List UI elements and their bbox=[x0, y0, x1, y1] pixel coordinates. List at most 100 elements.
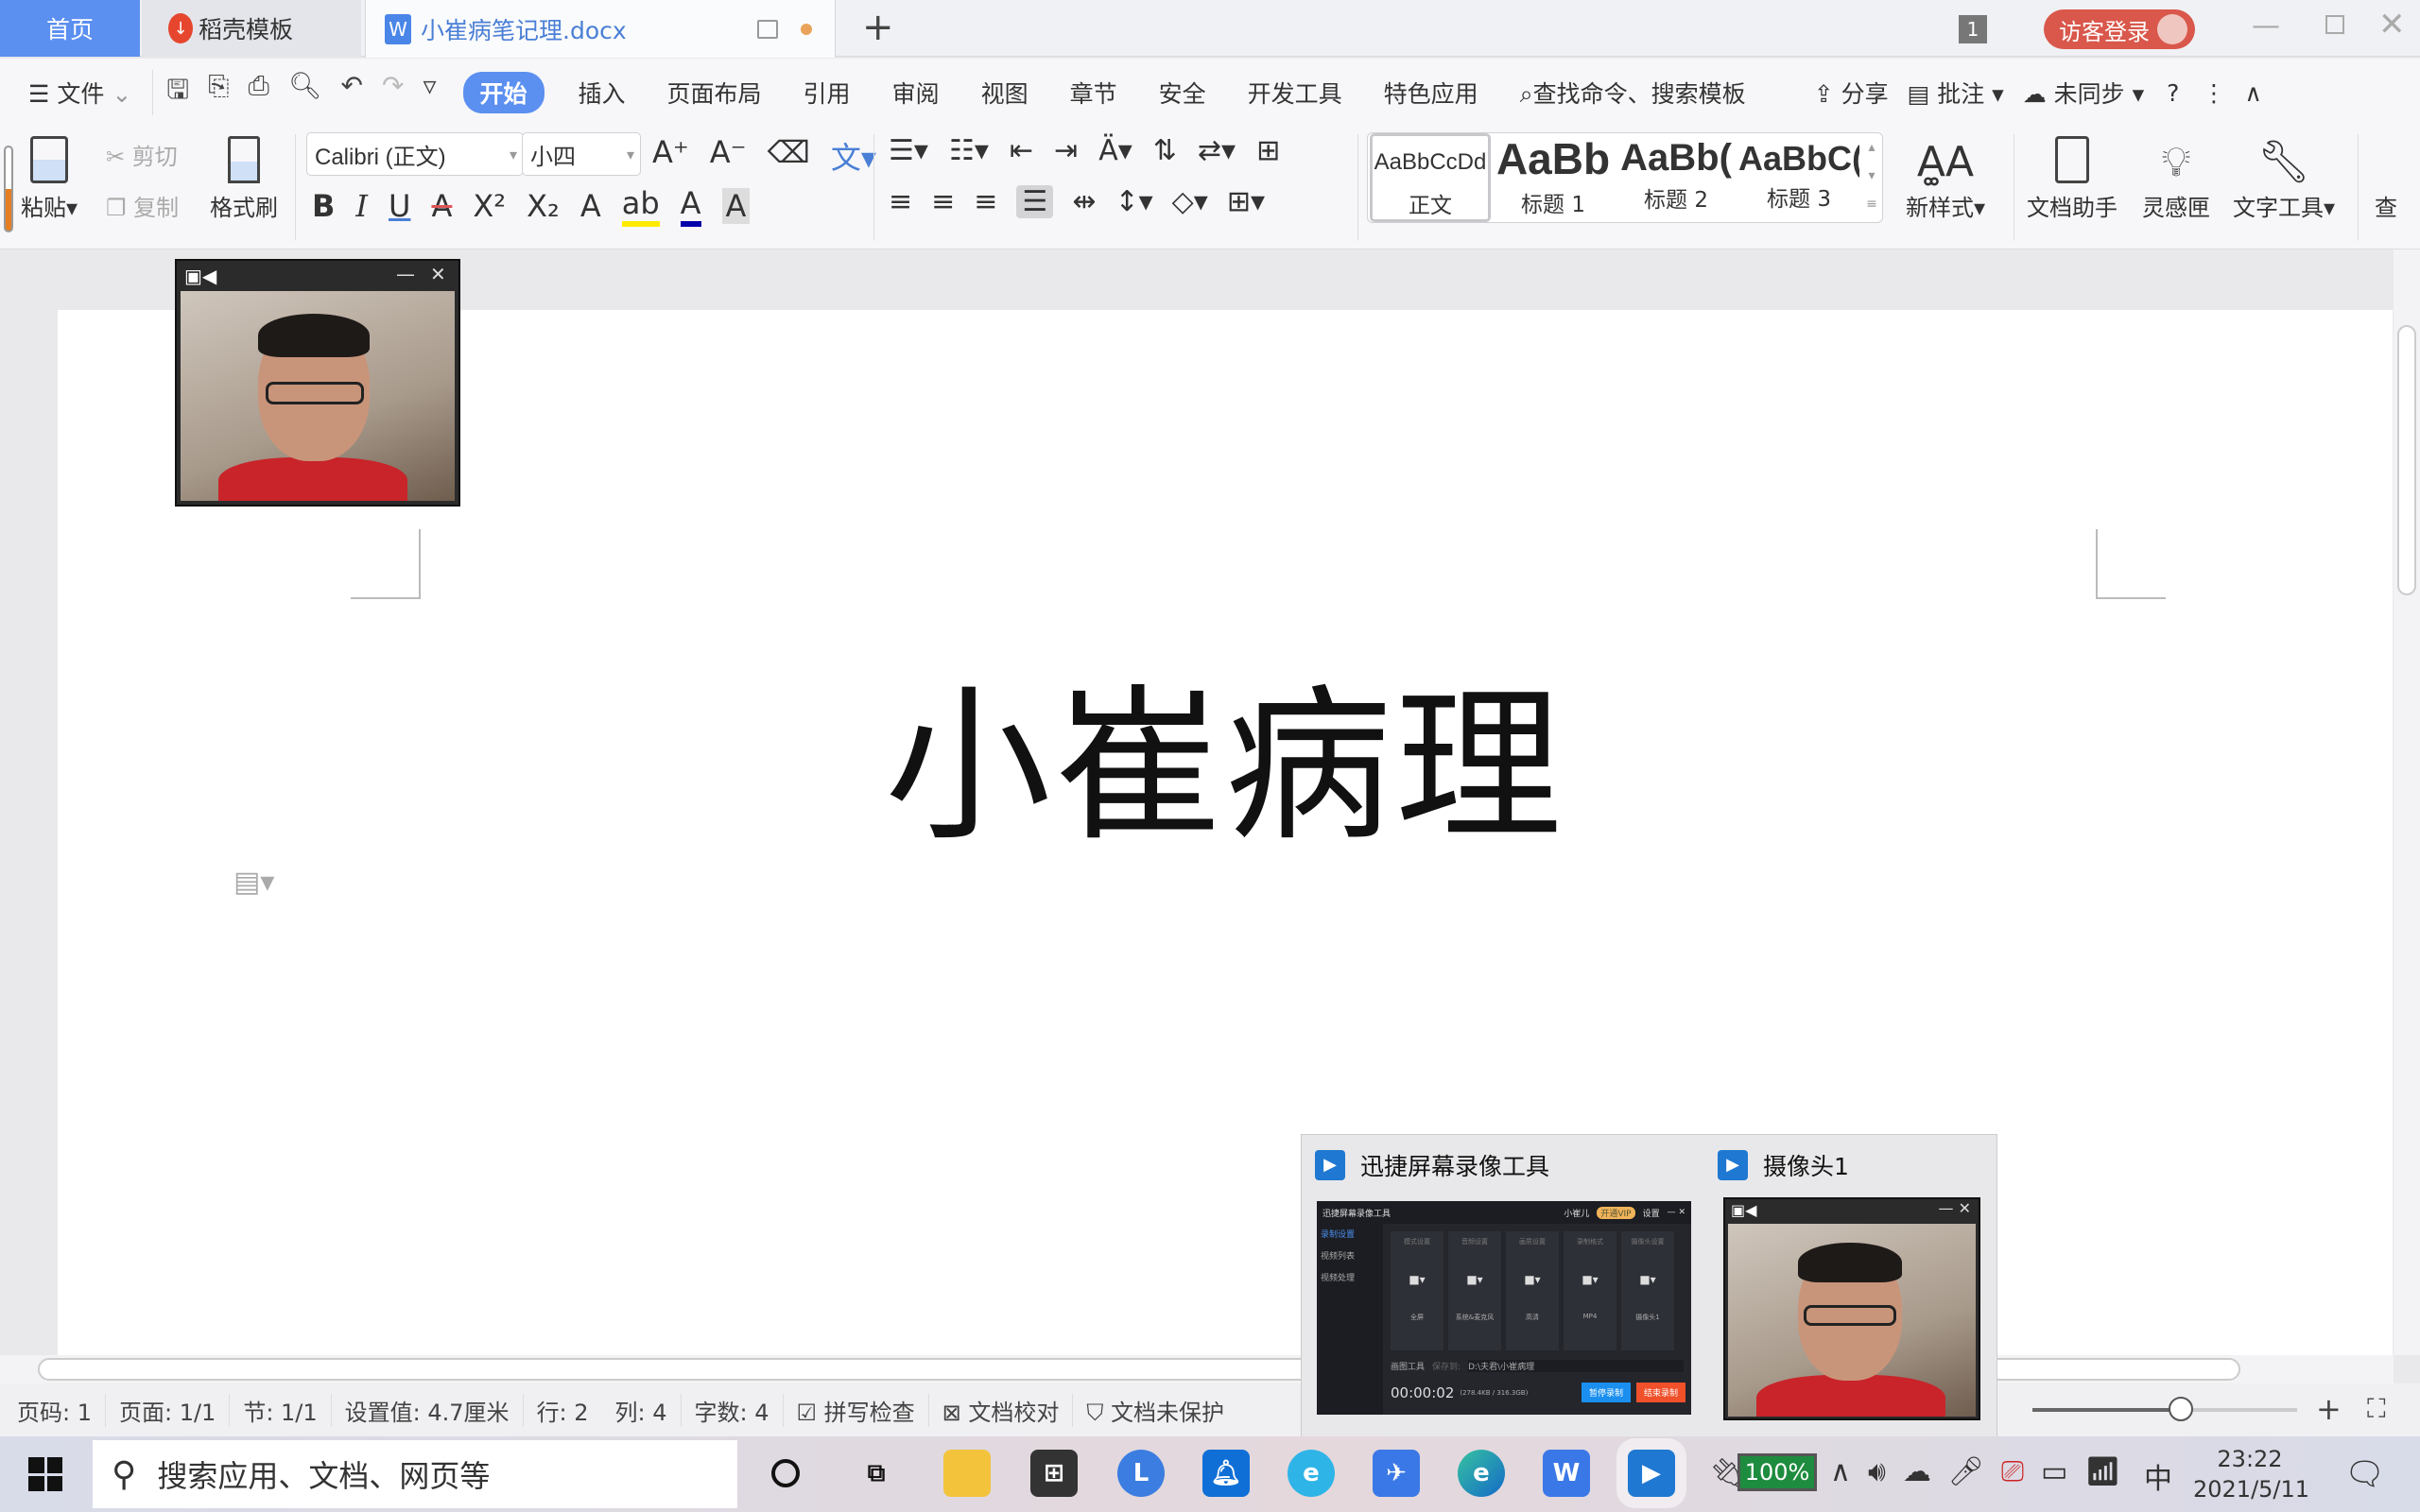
webcam-minimize-button[interactable]: — bbox=[396, 263, 415, 285]
new-style-button[interactable]: A͚A 新样式▾ bbox=[1906, 136, 1985, 222]
style-gallery-scroll[interactable]: ▴ ▾ ≡ bbox=[1861, 133, 1882, 222]
store-icon[interactable]: ⊞ bbox=[1030, 1450, 1078, 1497]
file-menu[interactable]: ☰ 文件 ⌄ bbox=[0, 76, 152, 110]
style-heading-3[interactable]: AaBbC( 标题 3 bbox=[1738, 133, 1859, 222]
export-icon[interactable]: ⎘ bbox=[208, 70, 229, 115]
document-title-text[interactable]: 小崔病理 bbox=[58, 631, 2393, 872]
collapse-ribbon-icon[interactable]: ∧ bbox=[2235, 79, 2271, 107]
paragraph-options-icon[interactable]: ▤▾ bbox=[233, 866, 274, 899]
microphone-icon[interactable]: 🎤︎ bbox=[1948, 1455, 1984, 1488]
battery-tray-icon[interactable]: ▭ bbox=[2041, 1455, 2067, 1488]
text-effect-icon[interactable]: A bbox=[580, 188, 601, 224]
screen-share-icon[interactable]: ⎚ bbox=[2001, 1455, 2024, 1488]
bold-icon[interactable]: B bbox=[312, 188, 335, 224]
style-heading-1[interactable]: AaBb 标题 1 bbox=[1493, 133, 1614, 222]
share-button[interactable]: ⇪ 分享 bbox=[1805, 76, 1898, 110]
webcam-window[interactable]: ▣◀ — ✕ bbox=[175, 259, 460, 507]
strikethrough-icon[interactable]: A bbox=[431, 188, 452, 224]
fullscreen-icon[interactable]: ⛶ bbox=[2367, 1393, 2386, 1425]
file-explorer-icon[interactable] bbox=[943, 1450, 991, 1497]
decrease-indent-icon[interactable]: ⇤ bbox=[1010, 134, 1033, 167]
shrink-font-icon[interactable]: A⁻ bbox=[710, 134, 747, 178]
borders-icon[interactable]: ⊞▾ bbox=[1227, 185, 1265, 218]
proofread-button[interactable]: ⊠ 文档校对 bbox=[929, 1393, 1074, 1427]
undo-icon[interactable]: ↶ bbox=[341, 70, 363, 115]
clear-format-icon[interactable]: ⌫ bbox=[768, 134, 810, 178]
tab-security[interactable]: 安全 bbox=[1138, 76, 1227, 110]
text-tools-button[interactable]: 🔧︎ 文字工具▾ bbox=[2233, 136, 2335, 222]
italic-icon[interactable]: I bbox=[355, 188, 368, 224]
find-button[interactable]: 查 bbox=[2375, 189, 2397, 222]
new-tab-button[interactable]: + bbox=[862, 6, 894, 49]
cut-button[interactable]: ✂ 剪切 bbox=[106, 138, 178, 171]
numbered-list-icon[interactable]: ☷▾ bbox=[949, 134, 989, 167]
zoom-slider-thumb[interactable] bbox=[2169, 1397, 2193, 1421]
increase-indent-icon[interactable]: ⇥ bbox=[1054, 134, 1078, 167]
format-painter-button[interactable]: 格式刷 bbox=[210, 136, 278, 222]
char-shading-icon[interactable]: A bbox=[721, 188, 751, 224]
highlight-icon[interactable]: ab bbox=[621, 185, 660, 227]
grow-font-icon[interactable]: A⁺ bbox=[652, 134, 689, 178]
clock[interactable]: 23:22 2021/5/11 bbox=[2193, 1444, 2309, 1504]
tab-start[interactable]: 开始 bbox=[462, 72, 544, 113]
spell-check-button[interactable]: ☑ 拼写检查 bbox=[784, 1393, 929, 1427]
minimize-button[interactable]: — bbox=[2252, 9, 2280, 43]
char-spacing-icon[interactable]: Ä▾ bbox=[1098, 134, 1132, 167]
tab-developer[interactable]: 开发工具 bbox=[1227, 76, 1363, 110]
volume-icon[interactable]: 🔊︎ bbox=[1868, 1455, 1886, 1488]
feishu-icon[interactable]: ✈ bbox=[1373, 1450, 1420, 1497]
webcam-thumbnail[interactable]: ▣◀ — ✕ bbox=[1723, 1197, 1980, 1420]
ie-browser-icon[interactable]: e bbox=[1288, 1450, 1335, 1497]
ribbon-scroll-handle[interactable] bbox=[4, 146, 13, 232]
copy-button[interactable]: ❐ 复制 bbox=[106, 189, 179, 222]
doc-assistant-button[interactable]: 文档助手 bbox=[2027, 136, 2118, 222]
font-size-select[interactable]: 小四 ▾ bbox=[522, 132, 641, 176]
style-heading-2[interactable]: AaBb( 标题 2 bbox=[1616, 133, 1737, 222]
tab-home[interactable]: 首页 bbox=[0, 0, 140, 57]
line-break-icon[interactable]: ⇄▾ bbox=[1198, 134, 1236, 167]
ime-indicator[interactable]: 中 bbox=[2144, 1455, 2172, 1497]
recorder-thumbnail[interactable]: 迅捷屏幕录像工具 小崔儿 开通VIP 设置 — ✕ 录制设置 视频列表 视频处理… bbox=[1317, 1201, 1691, 1415]
edge-icon[interactable]: e bbox=[1458, 1450, 1505, 1497]
sync-button[interactable]: ☁ 未同步 ▾ bbox=[2014, 76, 2153, 110]
webcam-close-button[interactable]: ✕ bbox=[430, 263, 446, 285]
scroll-thumb[interactable] bbox=[2397, 325, 2416, 595]
sort-icon[interactable]: ⇅ bbox=[1153, 134, 1177, 167]
align-center-icon[interactable]: ≡ bbox=[931, 185, 955, 218]
vertical-scrollbar[interactable] bbox=[2394, 249, 2420, 1355]
justify-icon[interactable]: ☰ bbox=[1016, 185, 1054, 218]
onedrive-icon[interactable]: ☁ bbox=[1903, 1455, 1931, 1488]
windows-start-icon[interactable] bbox=[28, 1457, 62, 1491]
align-left-icon[interactable]: ≡ bbox=[889, 185, 912, 218]
more-icon[interactable]: ⋮ bbox=[2192, 79, 2235, 107]
tab-daoke-templates[interactable]: ↓ 稻壳模板 bbox=[142, 0, 361, 57]
wifi-icon[interactable]: 📶︎ bbox=[2084, 1455, 2120, 1488]
close-button[interactable]: ✕ bbox=[2378, 6, 2406, 43]
underline-icon[interactable]: U bbox=[389, 188, 410, 224]
subscript-icon[interactable]: X₂ bbox=[527, 188, 560, 224]
tab-references[interactable]: 引用 bbox=[783, 76, 872, 110]
screen-recorder-icon[interactable]: ▶ bbox=[1628, 1450, 1675, 1497]
tab-view[interactable]: 视图 bbox=[960, 76, 1049, 110]
tab-page-layout[interactable]: 页面布局 bbox=[647, 76, 783, 110]
app-l-icon[interactable]: L bbox=[1117, 1450, 1165, 1497]
align-right-icon[interactable]: ≡ bbox=[974, 185, 997, 218]
save-icon[interactable]: 🖫 bbox=[166, 70, 189, 115]
comment-button[interactable]: ▤ 批注 ▾ bbox=[1898, 76, 2014, 110]
tab-section[interactable]: 章节 bbox=[1049, 76, 1138, 110]
print-preview-icon[interactable]: 🔍︎ bbox=[288, 70, 322, 115]
tray-expand-icon[interactable]: ∧ bbox=[1830, 1455, 1851, 1488]
zoom-in-button[interactable]: + bbox=[2316, 1391, 2342, 1427]
help-button[interactable]: ? bbox=[2153, 79, 2192, 107]
distribute-icon[interactable]: ⇹ bbox=[1072, 185, 1096, 218]
inspiration-button[interactable]: 💡︎ 灵感匣 bbox=[2142, 136, 2210, 222]
wps-icon[interactable]: W bbox=[1543, 1450, 1590, 1497]
monitor-icon[interactable] bbox=[757, 19, 778, 39]
task-view-icon[interactable]: ⧉ bbox=[853, 1450, 900, 1497]
restore-button[interactable] bbox=[2325, 15, 2344, 34]
cortana-icon[interactable] bbox=[762, 1450, 809, 1497]
status-word-count[interactable]: 字数: 4 bbox=[682, 1393, 784, 1427]
line-spacing-icon[interactable]: ↕▾ bbox=[1115, 185, 1152, 218]
battery-indicator[interactable]: 100% bbox=[1737, 1453, 1817, 1491]
print-icon[interactable]: ⎙ bbox=[249, 70, 269, 115]
